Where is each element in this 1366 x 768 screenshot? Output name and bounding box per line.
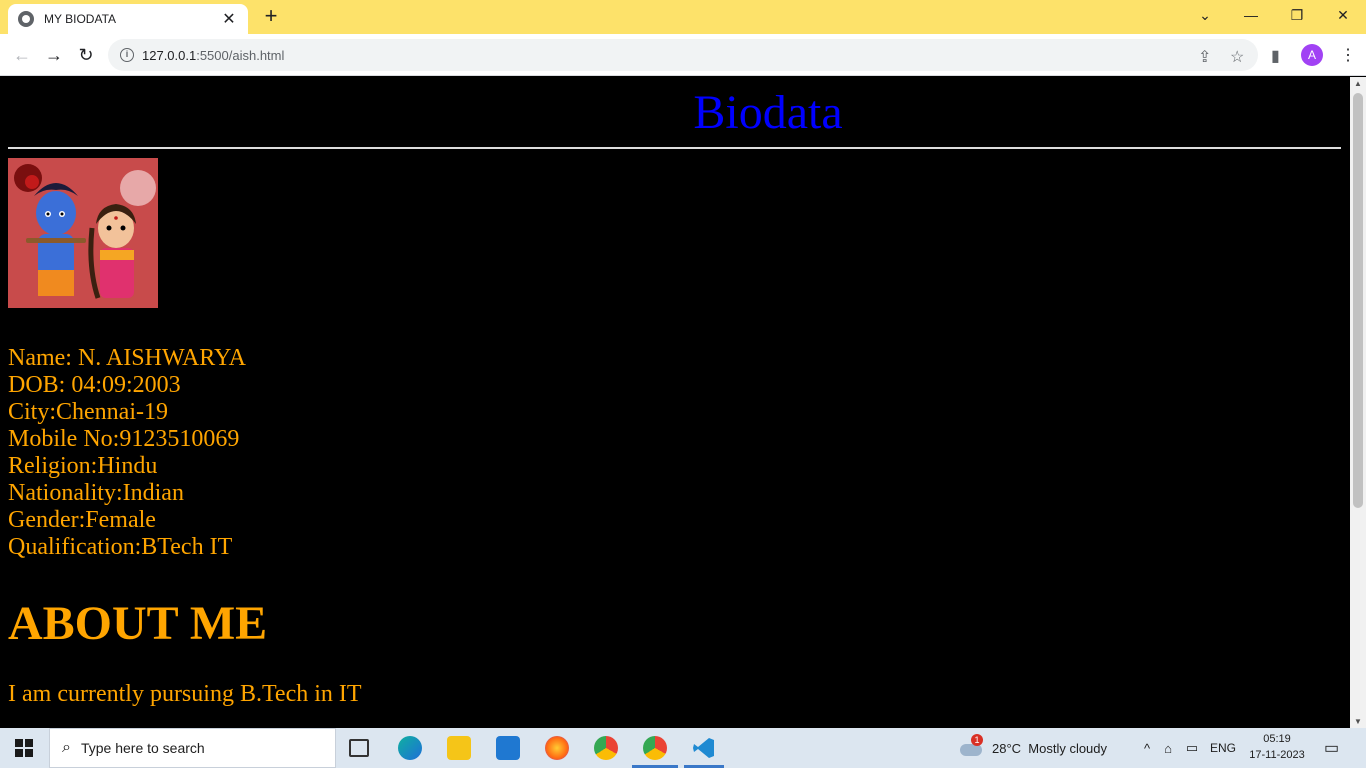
new-tab-button[interactable]: + [258,4,284,30]
krishna-radha-illustration [8,158,158,308]
detail-gender: Gender:Female [8,507,156,533]
page-title: Biodata [693,86,843,139]
tab-strip: MY BIODATA ✕ + ⌄ — ❐ ✕ [0,0,1366,34]
forward-button[interactable]: → [41,42,67,68]
edge-icon[interactable] [398,736,422,760]
browser-tab[interactable]: MY BIODATA ✕ [8,4,248,34]
detail-name: Name: N. AISHWARYA [8,345,246,371]
url-path: :5500/aish.html [196,47,285,63]
clock-time: 05:19 [1263,733,1291,745]
detail-mobile: Mobile No:9123510069 [8,426,240,452]
minimize-button[interactable]: — [1228,0,1274,30]
system-tray: ^ ⌂ ▭ ENG [1138,728,1236,768]
weather-widget[interactable]: 1 28°C Mostly cloudy [958,728,1107,768]
taskbar-clock[interactable]: 05:19 17-11-2023 [1248,731,1306,763]
clock-date: 17-11-2023 [1249,749,1305,761]
window-controls: ⌄ — ❐ ✕ [1182,0,1366,30]
detail-dob: DOB: 04:09:2003 [8,372,181,398]
browser-toolbar: ← → ↻ i 127.0.0.1:5500/aish.html ⇪ ☆ ▮ A… [0,34,1366,76]
mail-icon[interactable] [496,736,520,760]
detail-qualification: Qualification:BTech IT [8,534,233,560]
side-panel-icon[interactable]: ▮ [1271,46,1280,66]
back-button[interactable]: ← [9,42,35,68]
site-info-icon[interactable]: i [120,48,134,62]
globe-icon [18,11,34,27]
reload-button[interactable]: ↻ [73,42,99,68]
chrome-profile-icon[interactable] [643,736,667,760]
taskbar-search-box[interactable]: ⌕ Type here to search [49,728,336,768]
detail-religion: Religion:Hindu [8,453,158,479]
file-explorer-icon[interactable] [447,736,471,760]
search-placeholder: Type here to search [80,740,205,756]
bookmark-star-icon[interactable]: ☆ [1230,47,1244,67]
weather-badge: 1 [971,734,983,746]
tab-title: MY BIODATA [44,12,117,26]
share-icon[interactable]: ⇪ [1198,47,1211,67]
windows-logo-icon [15,739,33,757]
biodata-details: Name: N. AISHWARYA DOB: 04:09:2003 City:… [8,345,246,561]
horizontal-rule [8,147,1341,149]
chevron-up-icon[interactable]: ^ [1138,741,1156,756]
cloudy-weather-icon: 1 [958,734,984,758]
search-icon: ⌕ [62,739,71,756]
vscode-icon[interactable] [692,736,716,760]
url-text: 127.0.0.1:5500/aish.html [142,48,284,63]
notification-icon[interactable]: ▭ [1324,728,1339,768]
restore-button[interactable]: ❐ [1274,0,1320,30]
firefox-icon[interactable] [545,736,569,760]
battery-icon[interactable]: ▭ [1180,740,1204,756]
weather-text: 28°C Mostly cloudy [992,740,1108,756]
vertical-scrollbar[interactable]: ▲ ▼ [1350,77,1366,728]
tab-search-icon[interactable]: ⌄ [1182,0,1228,30]
url-host: 127.0.0.1 [142,47,197,63]
menu-kebab-icon[interactable]: ⋮ [1340,45,1356,65]
scroll-up-arrow-icon[interactable]: ▲ [1354,79,1362,88]
windows-taskbar: ⌕ Type here to search 1 28°C Mostly clou… [0,728,1366,768]
network-icon[interactable]: ⌂ [1156,741,1180,756]
chrome-icon[interactable] [594,736,618,760]
task-view-icon[interactable] [349,739,369,757]
language-indicator[interactable]: ENG [1210,741,1236,755]
profile-photo [8,158,158,308]
start-button[interactable] [0,728,48,768]
address-bar[interactable]: i 127.0.0.1:5500/aish.html ⇪ ☆ [108,39,1258,71]
detail-city: City:Chennai-19 [8,399,168,425]
close-tab-icon[interactable]: ✕ [220,9,238,29]
detail-nationality: Nationality:Indian [8,480,184,506]
close-window-button[interactable]: ✕ [1320,0,1366,30]
profile-avatar[interactable]: A [1301,44,1323,66]
about-text: I am currently pursuing B.Tech in IT [8,681,362,707]
about-heading: ABOUT ME [8,597,268,650]
scroll-thumb[interactable] [1353,93,1363,508]
scroll-down-arrow-icon[interactable]: ▼ [1354,717,1362,726]
page-viewport: Biodata Name: N. AISHWARYA DOB: 04:09:20… [0,77,1350,728]
